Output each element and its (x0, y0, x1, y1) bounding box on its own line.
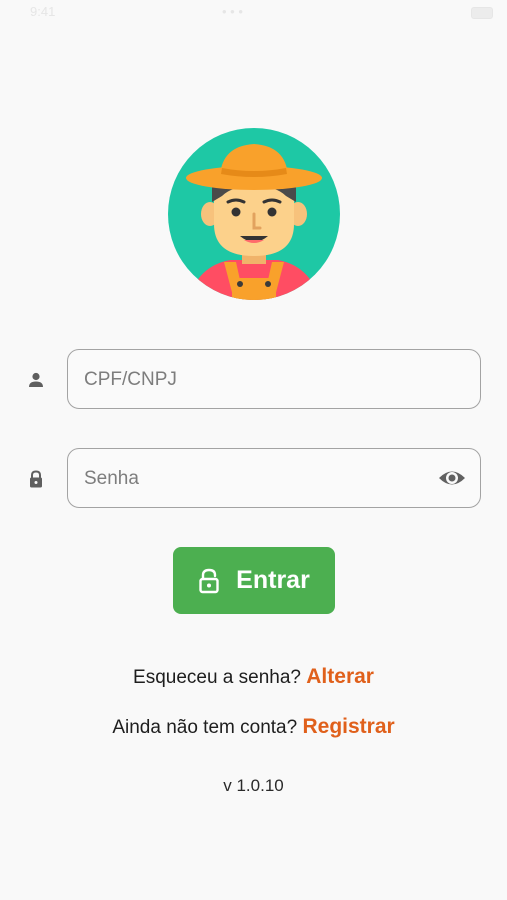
status-bar: 9:41 • • • (0, 0, 507, 26)
forgot-password-text: Esqueceu a senha? (133, 667, 301, 688)
cpf-input[interactable] (82, 350, 426, 410)
lock-icon (26, 469, 46, 489)
enter-label: Entrar (236, 566, 310, 594)
person-icon (26, 370, 46, 390)
eye-icon[interactable] (438, 467, 466, 489)
cpf-field[interactable] (67, 349, 481, 410)
app-version: v 1.0.10 (223, 776, 284, 795)
change-password-link[interactable]: Alterar (306, 665, 374, 688)
status-time: 9:41 (30, 4, 56, 19)
password-field[interactable] (67, 448, 481, 509)
status-center: • • • (222, 4, 243, 19)
battery-icon (471, 7, 493, 19)
password-row (0, 448, 507, 510)
forgot-password-line: Esqueceu a senha? Alterar (0, 665, 507, 689)
register-link[interactable]: Registrar (302, 715, 394, 738)
login-screen: 9:41 • • • CPF/CNPJ Entrar Esqueceu a se… (0, 0, 507, 900)
enter-button[interactable]: Entrar (173, 547, 335, 614)
farmer-avatar (168, 128, 340, 300)
lock-open-icon (198, 568, 220, 594)
password-input[interactable] (82, 449, 426, 509)
no-account-text: Ainda não tem conta? (112, 717, 298, 738)
cpf-row (0, 349, 507, 411)
register-line: Ainda não tem conta? Registrar (0, 715, 507, 739)
